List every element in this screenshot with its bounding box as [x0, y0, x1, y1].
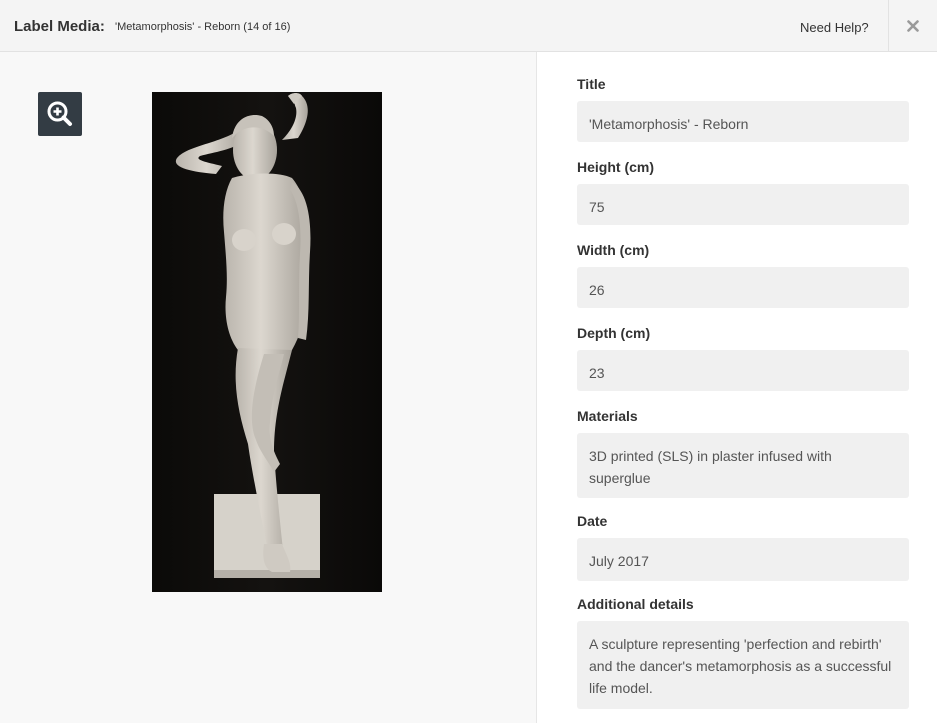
modal-title: Label Media: [14, 18, 105, 35]
label-form: Title 'Metamorphosis' - Reborn Height (c… [538, 52, 937, 723]
zoom-in-icon [47, 101, 72, 126]
depth-input[interactable]: 23 [577, 350, 909, 391]
need-help-link[interactable]: Need Help? [800, 20, 869, 35]
media-name: 'Metamorphosis' - Reborn (14 of 16) [115, 21, 291, 33]
date-input[interactable]: July 2017 [577, 538, 909, 581]
materials-label: Materials [577, 408, 638, 424]
media-preview-pane [0, 52, 537, 723]
modal-header: Label Media: 'Metamorphosis' - Reborn (1… [0, 0, 937, 52]
additional-details-input[interactable]: A sculpture representing 'perfection and… [577, 621, 909, 709]
width-input[interactable]: 26 [577, 267, 909, 308]
close-button[interactable] [888, 0, 937, 52]
width-label: Width (cm) [577, 242, 650, 258]
height-input[interactable]: 75 [577, 184, 909, 225]
depth-label: Depth (cm) [577, 325, 651, 341]
close-icon [907, 20, 919, 32]
zoom-button[interactable] [38, 92, 82, 136]
title-label: Title [577, 76, 606, 92]
height-label: Height (cm) [577, 159, 654, 175]
sculpture-photo [152, 92, 382, 592]
sculpture-image[interactable] [152, 92, 382, 592]
date-label: Date [577, 513, 608, 529]
title-input[interactable]: 'Metamorphosis' - Reborn [577, 101, 909, 142]
materials-input[interactable]: 3D printed (SLS) in plaster infused with… [577, 433, 909, 498]
additional-details-label: Additional details [577, 596, 694, 612]
